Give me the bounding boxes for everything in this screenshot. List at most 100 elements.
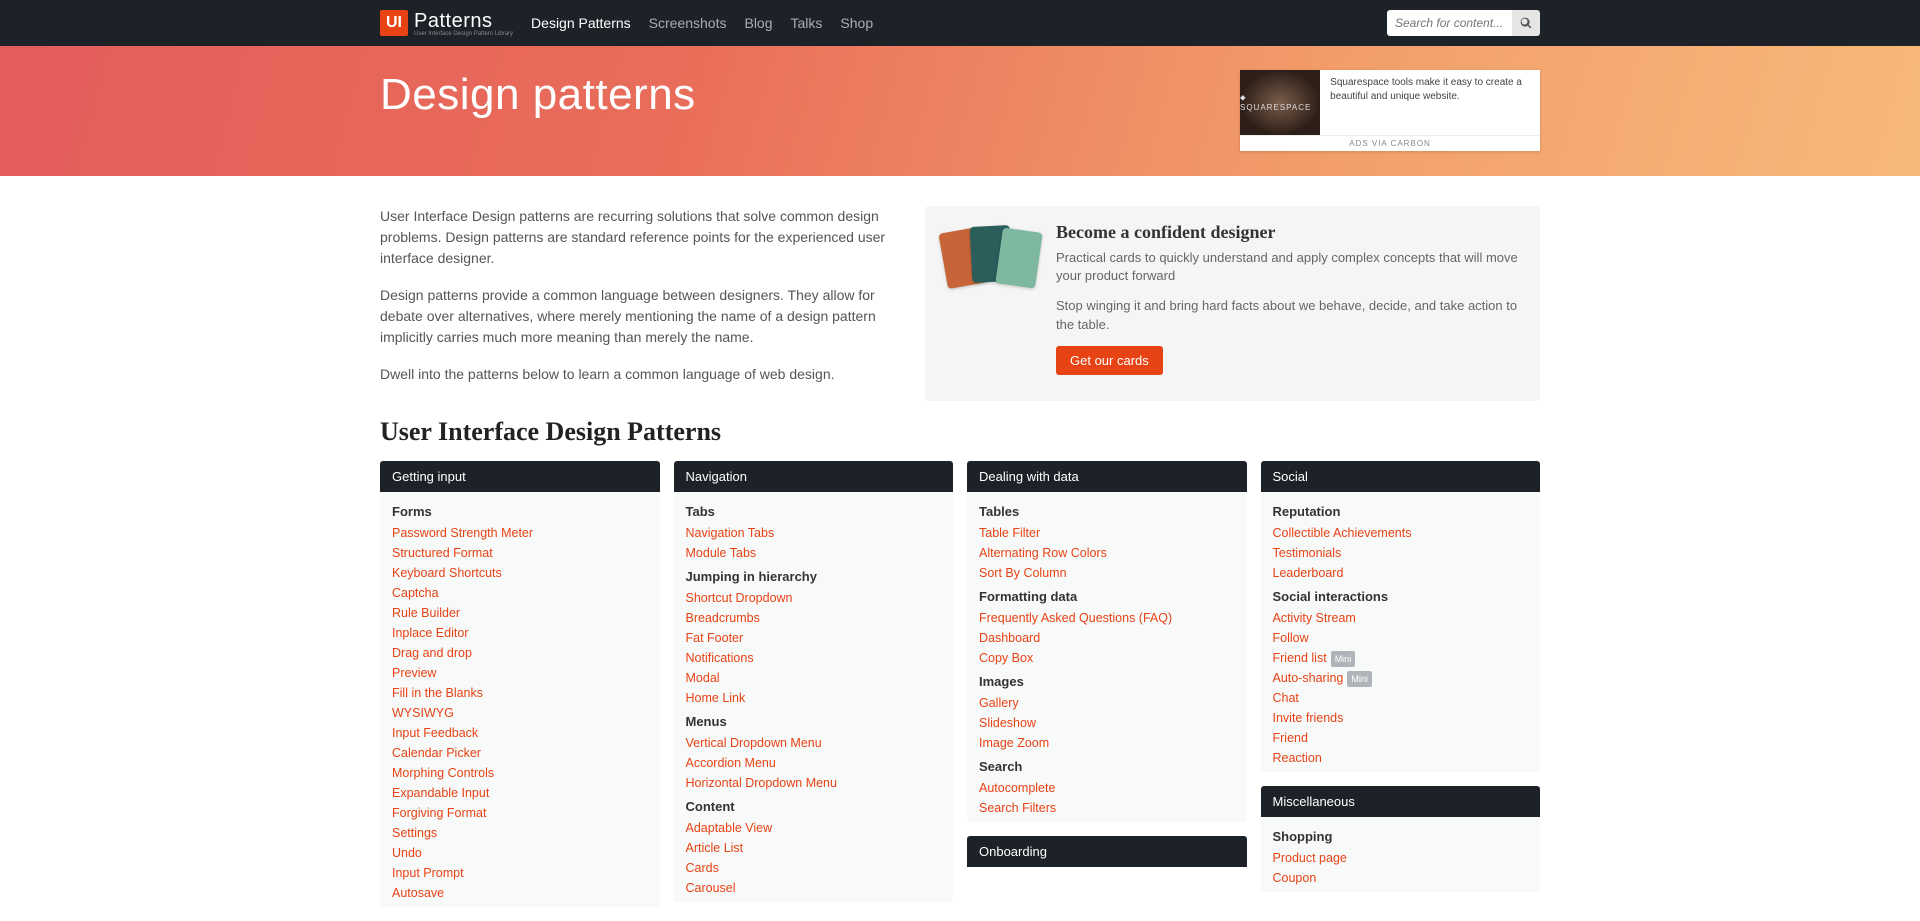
pattern-link[interactable]: Drag and drop [392, 643, 648, 663]
hero-banner: Design patterns ⬥ SQUARESPACE Squarespac… [0, 46, 1920, 176]
pattern-link[interactable]: Breadcrumbs [686, 608, 942, 628]
pattern-link[interactable]: Coupon [1273, 868, 1529, 888]
pattern-link[interactable]: Reaction [1273, 748, 1529, 768]
intro-text: User Interface Design patterns are recur… [380, 206, 895, 401]
nav-link[interactable]: Talks [791, 15, 823, 31]
panel-header: Onboarding [967, 836, 1247, 867]
pattern-link[interactable]: Copy Box [979, 648, 1235, 668]
search-input[interactable] [1387, 10, 1512, 36]
pattern-link[interactable]: Alternating Row Colors [979, 543, 1235, 563]
panel-body: Reputation Collectible AchievementsTestim… [1261, 492, 1541, 772]
pattern-link[interactable]: Autocomplete [979, 778, 1235, 798]
pattern-link[interactable]: Notifications [686, 648, 942, 668]
group-title: Shopping [1273, 829, 1529, 844]
mini-badge: Mini [1331, 651, 1356, 667]
group-title: Forms [392, 504, 648, 519]
promo-title: Become a confident designer [1056, 222, 1522, 243]
pattern-link[interactable]: Slideshow [979, 713, 1235, 733]
carbon-ad[interactable]: ⬥ SQUARESPACE Squarespace tools make it … [1240, 70, 1540, 151]
pattern-link[interactable]: Testimonials [1273, 543, 1529, 563]
pattern-link[interactable]: Product page [1273, 848, 1529, 868]
pattern-link[interactable]: Home Link [686, 688, 942, 708]
panel-header: Dealing with data [967, 461, 1247, 492]
pattern-column: NavigationTabsNavigation TabsModule Tabs… [674, 461, 954, 921]
nav-link[interactable]: Shop [840, 15, 873, 31]
pattern-link[interactable]: Image Zoom [979, 733, 1235, 753]
pattern-link[interactable]: Calendar Picker [392, 743, 648, 763]
pattern-link[interactable]: Friend [1273, 728, 1529, 748]
pattern-link[interactable]: Rule Builder [392, 603, 648, 623]
pattern-link[interactable]: Captcha [392, 583, 648, 603]
panel-body: Shopping Product pageCoupon [1261, 817, 1541, 892]
group-title: Reputation [1273, 504, 1529, 519]
search-button[interactable] [1512, 10, 1540, 36]
pattern-link[interactable]: Settings [392, 823, 648, 843]
pattern-link[interactable]: Input Prompt [392, 863, 648, 883]
promo-p2: Stop winging it and bring hard facts abo… [1056, 297, 1522, 333]
section-title: User Interface Design Patterns [380, 417, 1540, 447]
pattern-link[interactable]: Horizontal Dropdown Menu [686, 773, 942, 793]
nav-link[interactable]: Design Patterns [531, 15, 631, 31]
pattern-link[interactable]: Fill in the Blanks [392, 683, 648, 703]
pattern-link[interactable]: Sort By Column [979, 563, 1235, 583]
group-title: Tables [979, 504, 1235, 519]
panel-body: TabsNavigation TabsModule TabsJumping in… [674, 492, 954, 902]
pattern-link[interactable]: Expandable Input [392, 783, 648, 803]
page-title: Design patterns [380, 70, 696, 120]
pattern-link[interactable]: Modal [686, 668, 942, 688]
promo-box: Become a confident designer Practical ca… [925, 206, 1540, 401]
pattern-link[interactable]: Adaptable View [686, 818, 942, 838]
nav-link[interactable]: Blog [744, 15, 772, 31]
pattern-link[interactable]: Input Feedback [392, 723, 648, 743]
group-title: Tabs [686, 504, 942, 519]
pattern-link[interactable]: Article List [686, 838, 942, 858]
pattern-link[interactable]: Structured Format [392, 543, 648, 563]
panel-body: Forms Password Strength MeterStructured F… [380, 492, 660, 907]
mini-badge: Mini [1347, 671, 1372, 687]
logo[interactable]: UI Patterns User Interface Design Patter… [380, 10, 513, 37]
pattern-link[interactable]: Dashboard [979, 628, 1235, 648]
get-cards-button[interactable]: Get our cards [1056, 346, 1163, 375]
pattern-column: Getting inputFormsPassword Strength Mete… [380, 461, 660, 921]
pattern-link[interactable]: Activity Stream [1273, 608, 1529, 628]
pattern-link[interactable]: Accordion Menu [686, 753, 942, 773]
pattern-link[interactable]: Leaderboard [1273, 563, 1529, 583]
pattern-link[interactable]: Frequently Asked Questions (FAQ) [979, 608, 1235, 628]
pattern-link[interactable]: Collectible Achievements [1273, 523, 1529, 543]
logo-subtitle: User Interface Design Pattern Library [414, 31, 513, 37]
pattern-link[interactable]: Friend listMini [1273, 648, 1529, 668]
pattern-link[interactable]: Inplace Editor [392, 623, 648, 643]
promo-p1: Practical cards to quickly understand an… [1056, 249, 1522, 285]
pattern-link[interactable]: Navigation Tabs [686, 523, 942, 543]
pattern-link[interactable]: Follow [1273, 628, 1529, 648]
pattern-link[interactable]: WYSIWYG [392, 703, 648, 723]
pattern-link[interactable]: Module Tabs [686, 543, 942, 563]
pattern-link[interactable]: Search Filters [979, 798, 1235, 818]
pattern-link[interactable]: Chat [1273, 688, 1529, 708]
pattern-link[interactable]: Keyboard Shortcuts [392, 563, 648, 583]
pattern-link[interactable]: Undo [392, 843, 648, 863]
pattern-link[interactable]: Autosave [392, 883, 648, 903]
pattern-link[interactable]: Forgiving Format [392, 803, 648, 823]
pattern-link[interactable]: Morphing Controls [392, 763, 648, 783]
pattern-link[interactable]: Preview [392, 663, 648, 683]
pattern-link[interactable]: Auto-sharingMini [1273, 668, 1529, 688]
pattern-link[interactable]: Fat Footer [686, 628, 942, 648]
group-title: Menus [686, 714, 942, 729]
pattern-link[interactable]: Cards [686, 858, 942, 878]
pattern-link[interactable]: Shortcut Dropdown [686, 588, 942, 608]
pattern-link[interactable]: Table Filter [979, 523, 1235, 543]
pattern-link[interactable]: Carousel [686, 878, 942, 898]
main-container: User Interface Design patterns are recur… [360, 176, 1560, 921]
pattern-link[interactable]: Invite friends [1273, 708, 1529, 728]
ad-attribution: ADS VIA CARBON [1240, 135, 1540, 151]
intro-p1: User Interface Design patterns are recur… [380, 206, 895, 269]
pattern-link[interactable]: Password Strength Meter [392, 523, 648, 543]
pattern-link[interactable]: Gallery [979, 693, 1235, 713]
logo-badge: UI [380, 10, 408, 36]
pattern-link[interactable]: Vertical Dropdown Menu [686, 733, 942, 753]
group-title: Formatting data [979, 589, 1235, 604]
nav-link[interactable]: Screenshots [649, 15, 727, 31]
pattern-panel: MiscellaneousShoppingProduct pageCoupon [1261, 786, 1541, 892]
ad-text: Squarespace tools make it easy to create… [1320, 70, 1540, 135]
